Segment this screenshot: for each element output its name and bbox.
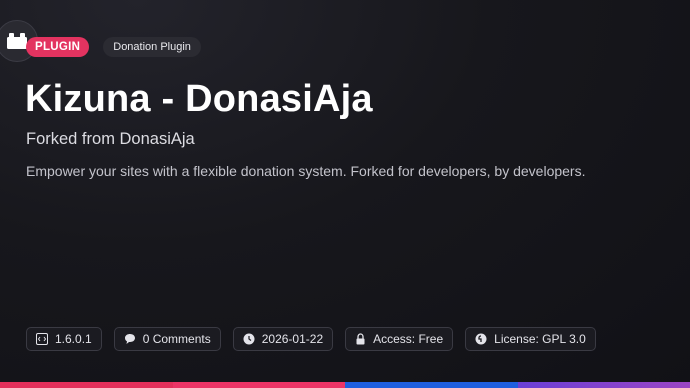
bar-segment-4 [517, 382, 690, 388]
date-chip: 2026-01-22 [232, 327, 334, 351]
page-description: Empower your sites with a flexible donat… [26, 163, 586, 179]
version-label: 1.6.0.1 [55, 332, 92, 346]
bottom-gradient-bar [0, 382, 690, 388]
date-label: 2026-01-22 [261, 332, 324, 346]
page-subtitle: Forked from DonasiAja [26, 130, 195, 148]
clock-icon [243, 333, 255, 345]
comments-label: 0 Comments [142, 332, 211, 346]
license-label: License: GPL 3.0 [494, 332, 586, 346]
bar-segment-3 [345, 382, 518, 388]
bar-segment-2 [172, 382, 345, 388]
page-title: Kizuna - DonasiAja [25, 78, 373, 120]
plugin-type-badge: PLUGIN [26, 37, 90, 57]
access-chip: Access: Free [345, 327, 454, 351]
bar-segment-1 [0, 382, 173, 388]
lock-icon [355, 333, 366, 345]
license-chip[interactable]: License: GPL 3.0 [465, 327, 596, 351]
access-label: Access: Free [373, 332, 444, 346]
license-icon [475, 333, 487, 345]
category-tag[interactable]: Donation Plugin [103, 37, 201, 57]
code-icon [36, 333, 48, 345]
version-chip: 1.6.0.1 [26, 327, 102, 351]
comment-icon [124, 333, 136, 345]
meta-row: 1.6.0.1 0 Comments 2026-01-22 Access: Fr… [26, 327, 596, 351]
badge-row: PLUGIN Donation Plugin [26, 37, 201, 57]
comments-chip[interactable]: 0 Comments [113, 327, 221, 351]
